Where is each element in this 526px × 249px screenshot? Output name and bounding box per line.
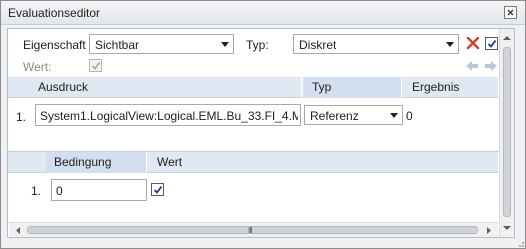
wert-row-checkbox[interactable] bbox=[151, 183, 164, 196]
window-title: Evaluationseditor bbox=[8, 6, 101, 20]
scroll-down-icon[interactable] bbox=[500, 221, 514, 235]
scroll-left-icon[interactable] bbox=[11, 224, 25, 237]
eigenschaft-dropdown[interactable]: Sichtbar bbox=[89, 34, 234, 54]
resize-grip-icon[interactable] bbox=[515, 238, 525, 248]
bedingung-input[interactable]: 0 bbox=[51, 179, 147, 201]
wert-checkbox[interactable] bbox=[89, 59, 102, 72]
editor-panel bbox=[7, 28, 515, 238]
chevron-down-icon bbox=[390, 113, 398, 118]
checkmark-icon bbox=[91, 61, 101, 70]
vertical-scrollbar[interactable] bbox=[499, 29, 514, 237]
ergebnis-value: 0 bbox=[406, 109, 413, 123]
horizontal-scrollbar[interactable]: III bbox=[9, 222, 498, 237]
row-number: 1. bbox=[16, 110, 27, 124]
checkmark-icon bbox=[487, 39, 497, 48]
chevron-down-icon bbox=[221, 42, 229, 47]
scroll-grip: III bbox=[248, 226, 253, 235]
ausdruck-value: System1.LogicalView:Logical.EML.Bu_33.FI… bbox=[40, 109, 298, 123]
enabled-checkbox[interactable] bbox=[485, 37, 498, 50]
chevron-down-icon bbox=[446, 42, 454, 47]
arrow-left-icon[interactable] bbox=[465, 60, 479, 72]
typ-row-value: Referenz bbox=[310, 109, 359, 123]
eigenschaft-label: Eigenschaft bbox=[23, 38, 86, 52]
close-icon bbox=[507, 9, 514, 16]
column-header-ergebnis[interactable]: Ergebnis bbox=[404, 77, 499, 98]
column-header-wert[interactable]: Wert bbox=[149, 152, 499, 173]
title-bar: Evaluationseditor bbox=[1, 1, 525, 25]
scroll-up-icon[interactable] bbox=[500, 31, 514, 45]
typ-row-dropdown[interactable]: Referenz bbox=[304, 105, 403, 125]
row-number: 1. bbox=[31, 184, 42, 198]
ausdruck-input[interactable]: System1.LogicalView:Logical.EML.Bu_33.FI… bbox=[35, 104, 301, 126]
vertical-scroll-thumb[interactable] bbox=[503, 47, 511, 217]
typ-label: Typ: bbox=[246, 38, 269, 52]
column-header-ausdruck[interactable]: Ausdruck bbox=[30, 77, 302, 98]
arrow-right-icon[interactable] bbox=[484, 60, 498, 72]
column-header-typ[interactable]: Typ bbox=[304, 77, 402, 98]
condition-grid-header: Bedingung Wert bbox=[8, 152, 499, 173]
column-header-bedingung[interactable]: Bedingung bbox=[46, 152, 147, 173]
eigenschaft-value: Sichtbar bbox=[95, 38, 140, 52]
wert-label: Wert: bbox=[23, 60, 52, 74]
typ-dropdown[interactable]: Diskret bbox=[293, 34, 459, 54]
scroll-right-icon[interactable] bbox=[482, 224, 496, 237]
checkmark-icon bbox=[153, 185, 163, 194]
typ-value: Diskret bbox=[299, 38, 337, 52]
bedingung-value: 0 bbox=[56, 184, 63, 198]
close-window-button[interactable] bbox=[504, 6, 517, 19]
delete-icon[interactable] bbox=[466, 36, 480, 50]
horizontal-scroll-thumb[interactable]: III bbox=[27, 226, 478, 235]
expression-grid-header: Ausdruck Typ Ergebnis bbox=[8, 77, 499, 98]
